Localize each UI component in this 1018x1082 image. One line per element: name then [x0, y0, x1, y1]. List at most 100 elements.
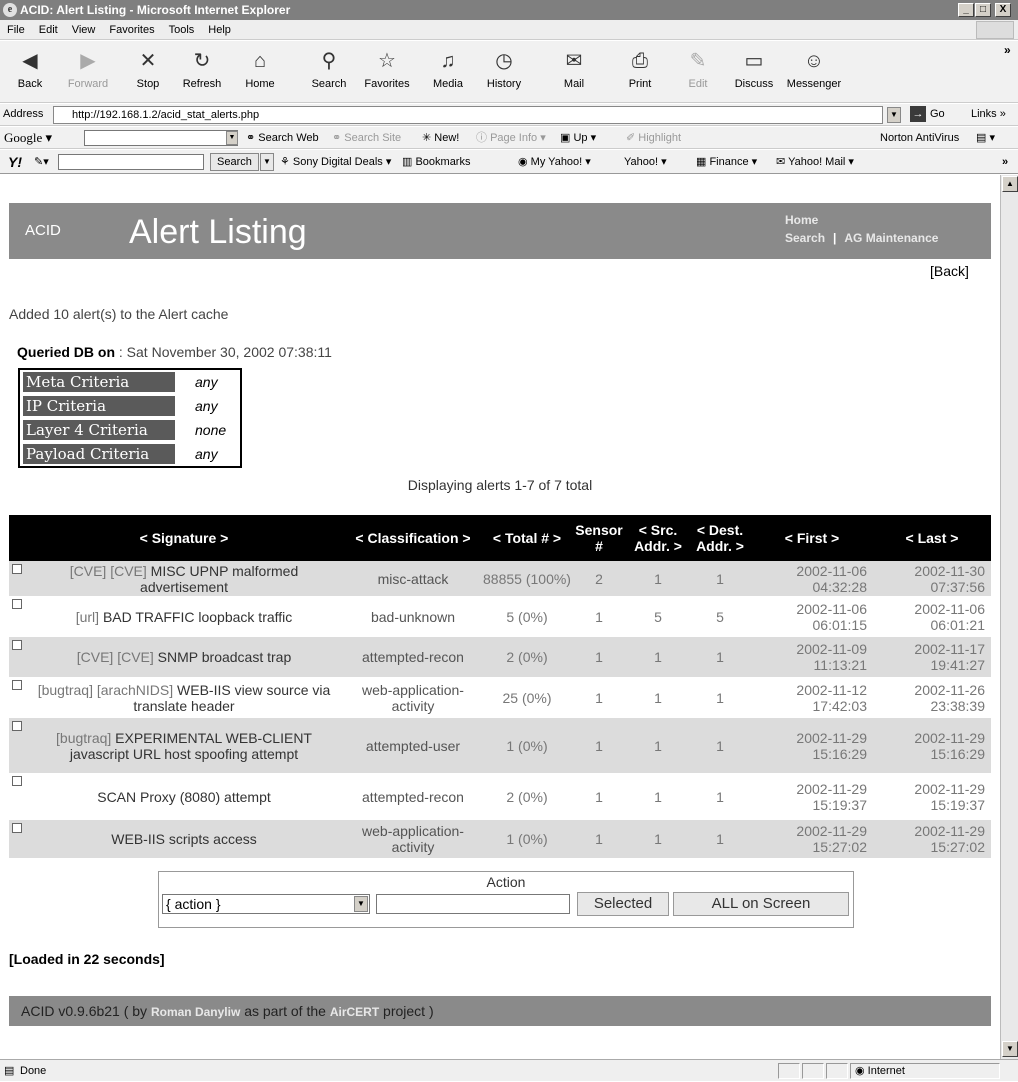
reference-links[interactable]: [CVE] [CVE]: [77, 649, 154, 665]
norton-icon[interactable]: ▤ ▾: [976, 127, 995, 149]
signature-text[interactable]: WEB-IIS scripts access: [111, 831, 256, 847]
sony-deals-button[interactable]: ⚘ Sony Digital Deals ▾: [280, 150, 391, 174]
google-search-web-button[interactable]: ⚭ Search Web: [246, 127, 319, 149]
yahoo-logo[interactable]: Y!: [8, 150, 22, 174]
sensor-cell[interactable]: 1: [571, 718, 627, 773]
classification-cell[interactable]: attempted-recon: [343, 637, 483, 677]
src-addr-cell[interactable]: 1: [627, 561, 689, 596]
back-link[interactable]: [Back]: [930, 263, 969, 279]
selected-button[interactable]: Selected: [577, 892, 669, 916]
google-highlight-button[interactable]: ✐ Highlight: [626, 127, 681, 149]
menu-tools[interactable]: Tools: [169, 24, 195, 36]
google-up-button[interactable]: ▣ Up ▾: [560, 127, 596, 149]
criteria-label[interactable]: Meta Criteria: [23, 372, 175, 392]
go-arrow-icon[interactable]: →: [910, 106, 926, 122]
signature-text[interactable]: SCAN Proxy (8080) attempt: [97, 789, 271, 805]
back-button[interactable]: ◀ Back: [2, 47, 58, 90]
search-link[interactable]: Search: [785, 231, 825, 245]
row-checkbox[interactable]: [12, 776, 22, 786]
edit-button[interactable]: ✎ Edit: [670, 47, 726, 90]
menu-help[interactable]: Help: [208, 24, 231, 36]
close-button[interactable]: X: [995, 3, 1011, 17]
classification-cell[interactable]: bad-unknown: [343, 596, 483, 637]
total-cell[interactable]: 5 (0%): [483, 596, 571, 637]
mail-button[interactable]: ✉ Mail: [546, 47, 602, 90]
dest-addr-cell[interactable]: 1: [689, 820, 751, 858]
media-button[interactable]: ♫ Media: [420, 47, 476, 90]
signature-text[interactable]: BAD TRAFFIC loopback traffic: [99, 609, 292, 625]
row-checkbox[interactable]: [12, 680, 22, 690]
reference-links[interactable]: [bugtraq]: [56, 730, 111, 746]
total-cell[interactable]: 1 (0%): [483, 718, 571, 773]
home-button[interactable]: ⌂ Home: [232, 47, 288, 90]
google-search-site-button[interactable]: ⚭ Search Site: [332, 127, 401, 149]
classification-cell[interactable]: web-application-activity: [343, 820, 483, 858]
refresh-button[interactable]: ↻ Refresh: [174, 47, 230, 90]
google-page-info-button[interactable]: ⓘ Page Info ▾: [476, 127, 546, 149]
maximize-button[interactable]: □: [975, 3, 991, 17]
finance-button[interactable]: ▦ Finance ▾: [696, 150, 757, 174]
menu-edit[interactable]: Edit: [39, 24, 58, 36]
src-addr-cell[interactable]: 1: [627, 820, 689, 858]
row-checkbox[interactable]: [12, 564, 22, 574]
google-new-button[interactable]: ✳ New!: [422, 127, 459, 149]
go-button[interactable]: Go: [930, 108, 945, 120]
address-input[interactable]: http://192.168.1.2/acid_stat_alerts.php: [53, 106, 883, 124]
messenger-button[interactable]: ☺ Messenger: [786, 47, 842, 90]
vertical-scrollbar[interactable]: ▲ ▼: [1000, 175, 1018, 1059]
col-last[interactable]: < Last >: [873, 515, 991, 561]
classification-cell[interactable]: attempted-recon: [343, 773, 483, 820]
print-button[interactable]: ⎙ Print: [612, 47, 668, 90]
yahoo-search-input[interactable]: [58, 154, 204, 170]
links-button[interactable]: Links »: [971, 108, 1006, 120]
criteria-label[interactable]: IP Criteria: [23, 396, 175, 416]
row-checkbox[interactable]: [12, 823, 22, 833]
yahoo-more-chevron[interactable]: »: [1002, 150, 1008, 174]
total-cell[interactable]: 25 (0%): [483, 677, 571, 718]
dest-addr-cell[interactable]: 5: [689, 596, 751, 637]
norton-antivirus-button[interactable]: Norton AntiVirus: [880, 127, 959, 149]
reference-links[interactable]: [bugtraq] [arachNIDS]: [38, 682, 173, 698]
home-link[interactable]: Home: [785, 211, 938, 229]
menu-favorites[interactable]: Favorites: [109, 24, 154, 36]
criteria-label[interactable]: Payload Criteria: [23, 444, 175, 464]
all-on-screen-button[interactable]: ALL on Screen: [673, 892, 849, 916]
yahoo-mail-button[interactable]: ✉ Yahoo! Mail ▾: [776, 150, 854, 174]
dest-addr-cell[interactable]: 1: [689, 561, 751, 596]
sensor-cell[interactable]: 1: [571, 637, 627, 677]
col-dest-addr[interactable]: < Dest. Addr. >: [689, 515, 751, 561]
src-addr-cell[interactable]: 1: [627, 773, 689, 820]
my-yahoo-button[interactable]: ◉ My Yahoo! ▾: [518, 150, 591, 174]
sensor-cell[interactable]: 1: [571, 820, 627, 858]
total-cell[interactable]: 2 (0%): [483, 773, 571, 820]
row-checkbox[interactable]: [12, 721, 22, 731]
search-button[interactable]: ⚲ Search: [301, 47, 357, 90]
col-signature[interactable]: < Signature >: [25, 515, 343, 561]
google-logo[interactable]: Google ▾: [4, 127, 52, 149]
minimize-button[interactable]: _: [958, 3, 974, 17]
bookmarks-button[interactable]: ▥ Bookmarks: [402, 150, 470, 174]
sensor-cell[interactable]: 2: [571, 561, 627, 596]
forward-button[interactable]: ▶ Forward: [60, 47, 116, 90]
col-classification[interactable]: < Classification >: [343, 515, 483, 561]
src-addr-cell[interactable]: 1: [627, 637, 689, 677]
src-addr-cell[interactable]: 1: [627, 718, 689, 773]
criteria-label[interactable]: Layer 4 Criteria: [23, 420, 175, 440]
action-argument-input[interactable]: [376, 894, 570, 914]
row-checkbox[interactable]: [12, 640, 22, 650]
sensor-cell[interactable]: 1: [571, 596, 627, 637]
history-button[interactable]: ◷ History: [476, 47, 532, 90]
col-first[interactable]: < First >: [751, 515, 873, 561]
classification-cell[interactable]: attempted-user: [343, 718, 483, 773]
yahoo-search-button[interactable]: Search: [210, 153, 259, 171]
total-cell[interactable]: 88855 (100%): [483, 561, 571, 596]
src-addr-cell[interactable]: 1: [627, 677, 689, 718]
total-cell[interactable]: 2 (0%): [483, 637, 571, 677]
src-addr-cell[interactable]: 5: [627, 596, 689, 637]
ag-maintenance-link[interactable]: AG Maintenance: [844, 231, 938, 245]
dest-addr-cell[interactable]: 1: [689, 718, 751, 773]
total-cell[interactable]: 1 (0%): [483, 820, 571, 858]
yahoo-search-dropdown-icon[interactable]: ▼: [260, 153, 274, 171]
col-total[interactable]: < Total # >: [483, 515, 571, 561]
author-link[interactable]: Roman Danyliw: [151, 1005, 240, 1019]
